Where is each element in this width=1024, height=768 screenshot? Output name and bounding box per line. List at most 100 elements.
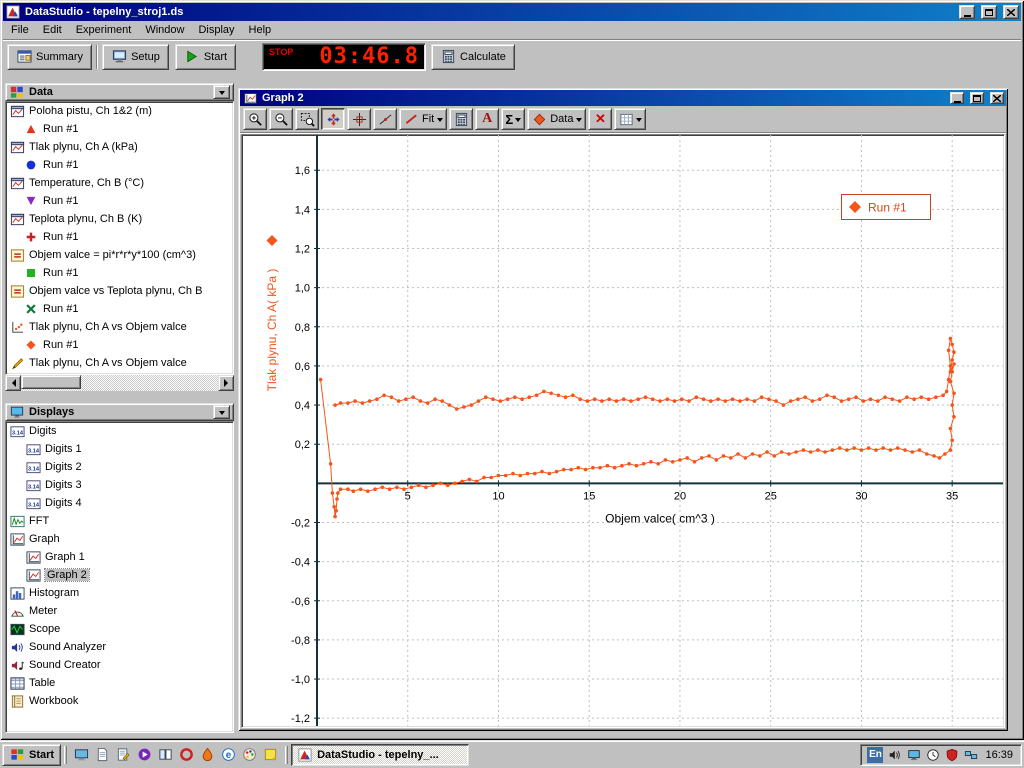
scale-to-fit-button[interactable] (321, 108, 345, 130)
quicklaunch-show-desktop-icon[interactable] (72, 745, 91, 764)
display-item-digits-2[interactable]: 3.14Digits 2 (6, 458, 233, 476)
scroll-left-button[interactable] (5, 375, 21, 391)
taskbar-grip[interactable] (64, 746, 67, 764)
workbook-icon (9, 694, 25, 709)
tray-task-scheduler-icon[interactable] (925, 747, 941, 763)
text-tool-button[interactable]: A (475, 108, 499, 130)
data-item[interactable]: Tlak plynu, Ch A (kPa) (6, 138, 233, 156)
taskbar-task-button[interactable]: DataStudio - tepelny_... (291, 744, 469, 766)
menu-help[interactable]: Help (242, 22, 279, 38)
grid-settings-icon (618, 112, 634, 127)
minimize-button[interactable] (959, 5, 975, 19)
calculator-icon (440, 49, 456, 64)
run-item[interactable]: Run #1 (6, 228, 233, 246)
run-item[interactable]: Run #1 (6, 156, 233, 174)
quicklaunch-paint-palette-icon[interactable] (240, 745, 259, 764)
graph-close-button[interactable] (990, 92, 1004, 104)
data-section-menu-button[interactable] (213, 85, 230, 99)
quicklaunch-download-flame-icon[interactable] (198, 745, 217, 764)
display-item-graph-1[interactable]: Graph 1 (6, 548, 233, 566)
plot-area[interactable]: 1,61,41,21,00,80,60,40,2-0,2-0,4-0,6-0,8… (241, 134, 1005, 728)
chart-canvas[interactable]: 1,61,41,21,00,80,60,40,2-0,2-0,4-0,6-0,8… (242, 135, 1003, 726)
x-axis-title[interactable]: Objem valce( cm^3 ) (605, 511, 715, 525)
fit-menu-button[interactable]: Fit (399, 108, 447, 130)
summary-button[interactable]: Summary (7, 44, 92, 70)
menu-file[interactable]: File (4, 22, 36, 38)
display-item-digits[interactable]: 3.14Digits (6, 422, 233, 440)
start-button[interactable]: Start (2, 744, 61, 766)
display-item-graph-2[interactable]: Graph 2 (6, 566, 233, 584)
calculator-button[interactable] (449, 108, 473, 130)
display-item-scope[interactable]: Scope (6, 620, 233, 638)
display-item-digits-4[interactable]: 3.14Digits 4 (6, 494, 233, 512)
data-item[interactable]: Objem valce = pi*r*r*y*100 (cm^3) (6, 246, 233, 264)
y-axis-title[interactable]: Tlak plynu, Ch A( kPa ) (265, 269, 279, 392)
data-item[interactable]: Temperature, Ch B (°C) (6, 174, 233, 192)
tray-display-icon[interactable] (906, 747, 922, 763)
data-item[interactable]: Tlak plynu, Ch A vs Objem valce (6, 354, 233, 372)
close-button[interactable] (1003, 5, 1019, 19)
zoom-in-button[interactable] (243, 108, 267, 130)
display-item-meter[interactable]: Meter (6, 602, 233, 620)
slope-tool-button[interactable] (373, 108, 397, 130)
language-indicator[interactable]: En (867, 747, 883, 763)
displays-section-menu-button[interactable] (213, 405, 230, 419)
run-item[interactable]: Run #1 (6, 192, 233, 210)
app-titlebar[interactable]: DataStudio - tepelny_stroj1.ds (3, 3, 1021, 21)
taskbar-grip[interactable] (285, 746, 288, 764)
menu-experiment[interactable]: Experiment (69, 22, 139, 38)
statistics-menu-button[interactable]: Σ (501, 108, 525, 130)
quicklaunch-browser-ring-icon[interactable] (177, 745, 196, 764)
data-item[interactable]: Objem valce vs Teplota plynu, Ch B (6, 282, 233, 300)
run-item[interactable]: Run #1 (6, 300, 233, 318)
graph-minimize-button[interactable] (950, 92, 964, 104)
display-item-graph[interactable]: Graph (6, 530, 233, 548)
display-item-table[interactable]: Table (6, 674, 233, 692)
graph-titlebar[interactable]: Graph 2 (240, 90, 1006, 106)
setup-button[interactable]: Setup (102, 44, 169, 70)
zoom-select-button[interactable] (295, 108, 319, 130)
display-item-histogram[interactable]: Histogram (6, 584, 233, 602)
maximize-button[interactable] (981, 5, 997, 19)
display-item-workbook[interactable]: Workbook (6, 692, 233, 710)
settings-menu-button[interactable] (614, 108, 646, 130)
quicklaunch-internet-explorer-icon[interactable]: e (219, 745, 238, 764)
display-item-fft[interactable]: FFT (6, 512, 233, 530)
quicklaunch-document-icon[interactable] (93, 745, 112, 764)
scroll-right-button[interactable] (218, 375, 234, 391)
display-item-label: Meter (29, 605, 57, 617)
smart-tool-button[interactable] (347, 108, 371, 130)
graph-maximize-button[interactable] (970, 92, 984, 104)
display-item-digits-1[interactable]: 3.14Digits 1 (6, 440, 233, 458)
quicklaunch-sticky-note-icon[interactable] (261, 745, 280, 764)
quicklaunch-media-player-icon[interactable] (135, 745, 154, 764)
quicklaunch-address-book-icon[interactable] (156, 745, 175, 764)
data-item[interactable]: Teplota plynu, Ch B (K) (6, 210, 233, 228)
data-menu-button[interactable]: Data (527, 108, 586, 130)
scrollbar-thumb[interactable] (21, 375, 81, 389)
run-item[interactable]: Run #1 (6, 120, 233, 138)
tray-volume-icon[interactable] (887, 747, 903, 763)
menu-window[interactable]: Window (138, 22, 191, 38)
run-item[interactable]: Run #1 (6, 264, 233, 282)
run-item[interactable]: Run #1 (6, 336, 233, 354)
display-item-sound-analyzer[interactable]: Sound Analyzer (6, 638, 233, 656)
scrollbar-track[interactable] (21, 375, 218, 391)
data-item-label: Tlak plynu, Ch A vs Objem valce (29, 321, 187, 333)
zoom-out-button[interactable] (269, 108, 293, 130)
tray-network-icon[interactable] (963, 747, 979, 763)
tray-antivirus-icon[interactable] (944, 747, 960, 763)
quicklaunch-notepad-icon[interactable] (114, 745, 133, 764)
remove-button[interactable]: ✕ (588, 108, 612, 130)
taskbar-clock[interactable]: 16:39 (983, 749, 1015, 761)
start-button-toolbar[interactable]: Start (175, 44, 236, 70)
display-item-label: Digits 2 (45, 461, 82, 473)
data-item[interactable]: Poloha pistu, Ch 1&2 (m) (6, 102, 233, 120)
display-item-digits-3[interactable]: 3.14Digits 3 (6, 476, 233, 494)
menu-display[interactable]: Display (191, 22, 241, 38)
display-item-sound-creator[interactable]: Sound Creator (6, 656, 233, 674)
calculate-button[interactable]: Calculate (431, 44, 515, 70)
data-tree-hscrollbar[interactable] (5, 375, 234, 391)
menu-edit[interactable]: Edit (36, 22, 69, 38)
data-item[interactable]: Tlak plynu, Ch A vs Objem valce (6, 318, 233, 336)
